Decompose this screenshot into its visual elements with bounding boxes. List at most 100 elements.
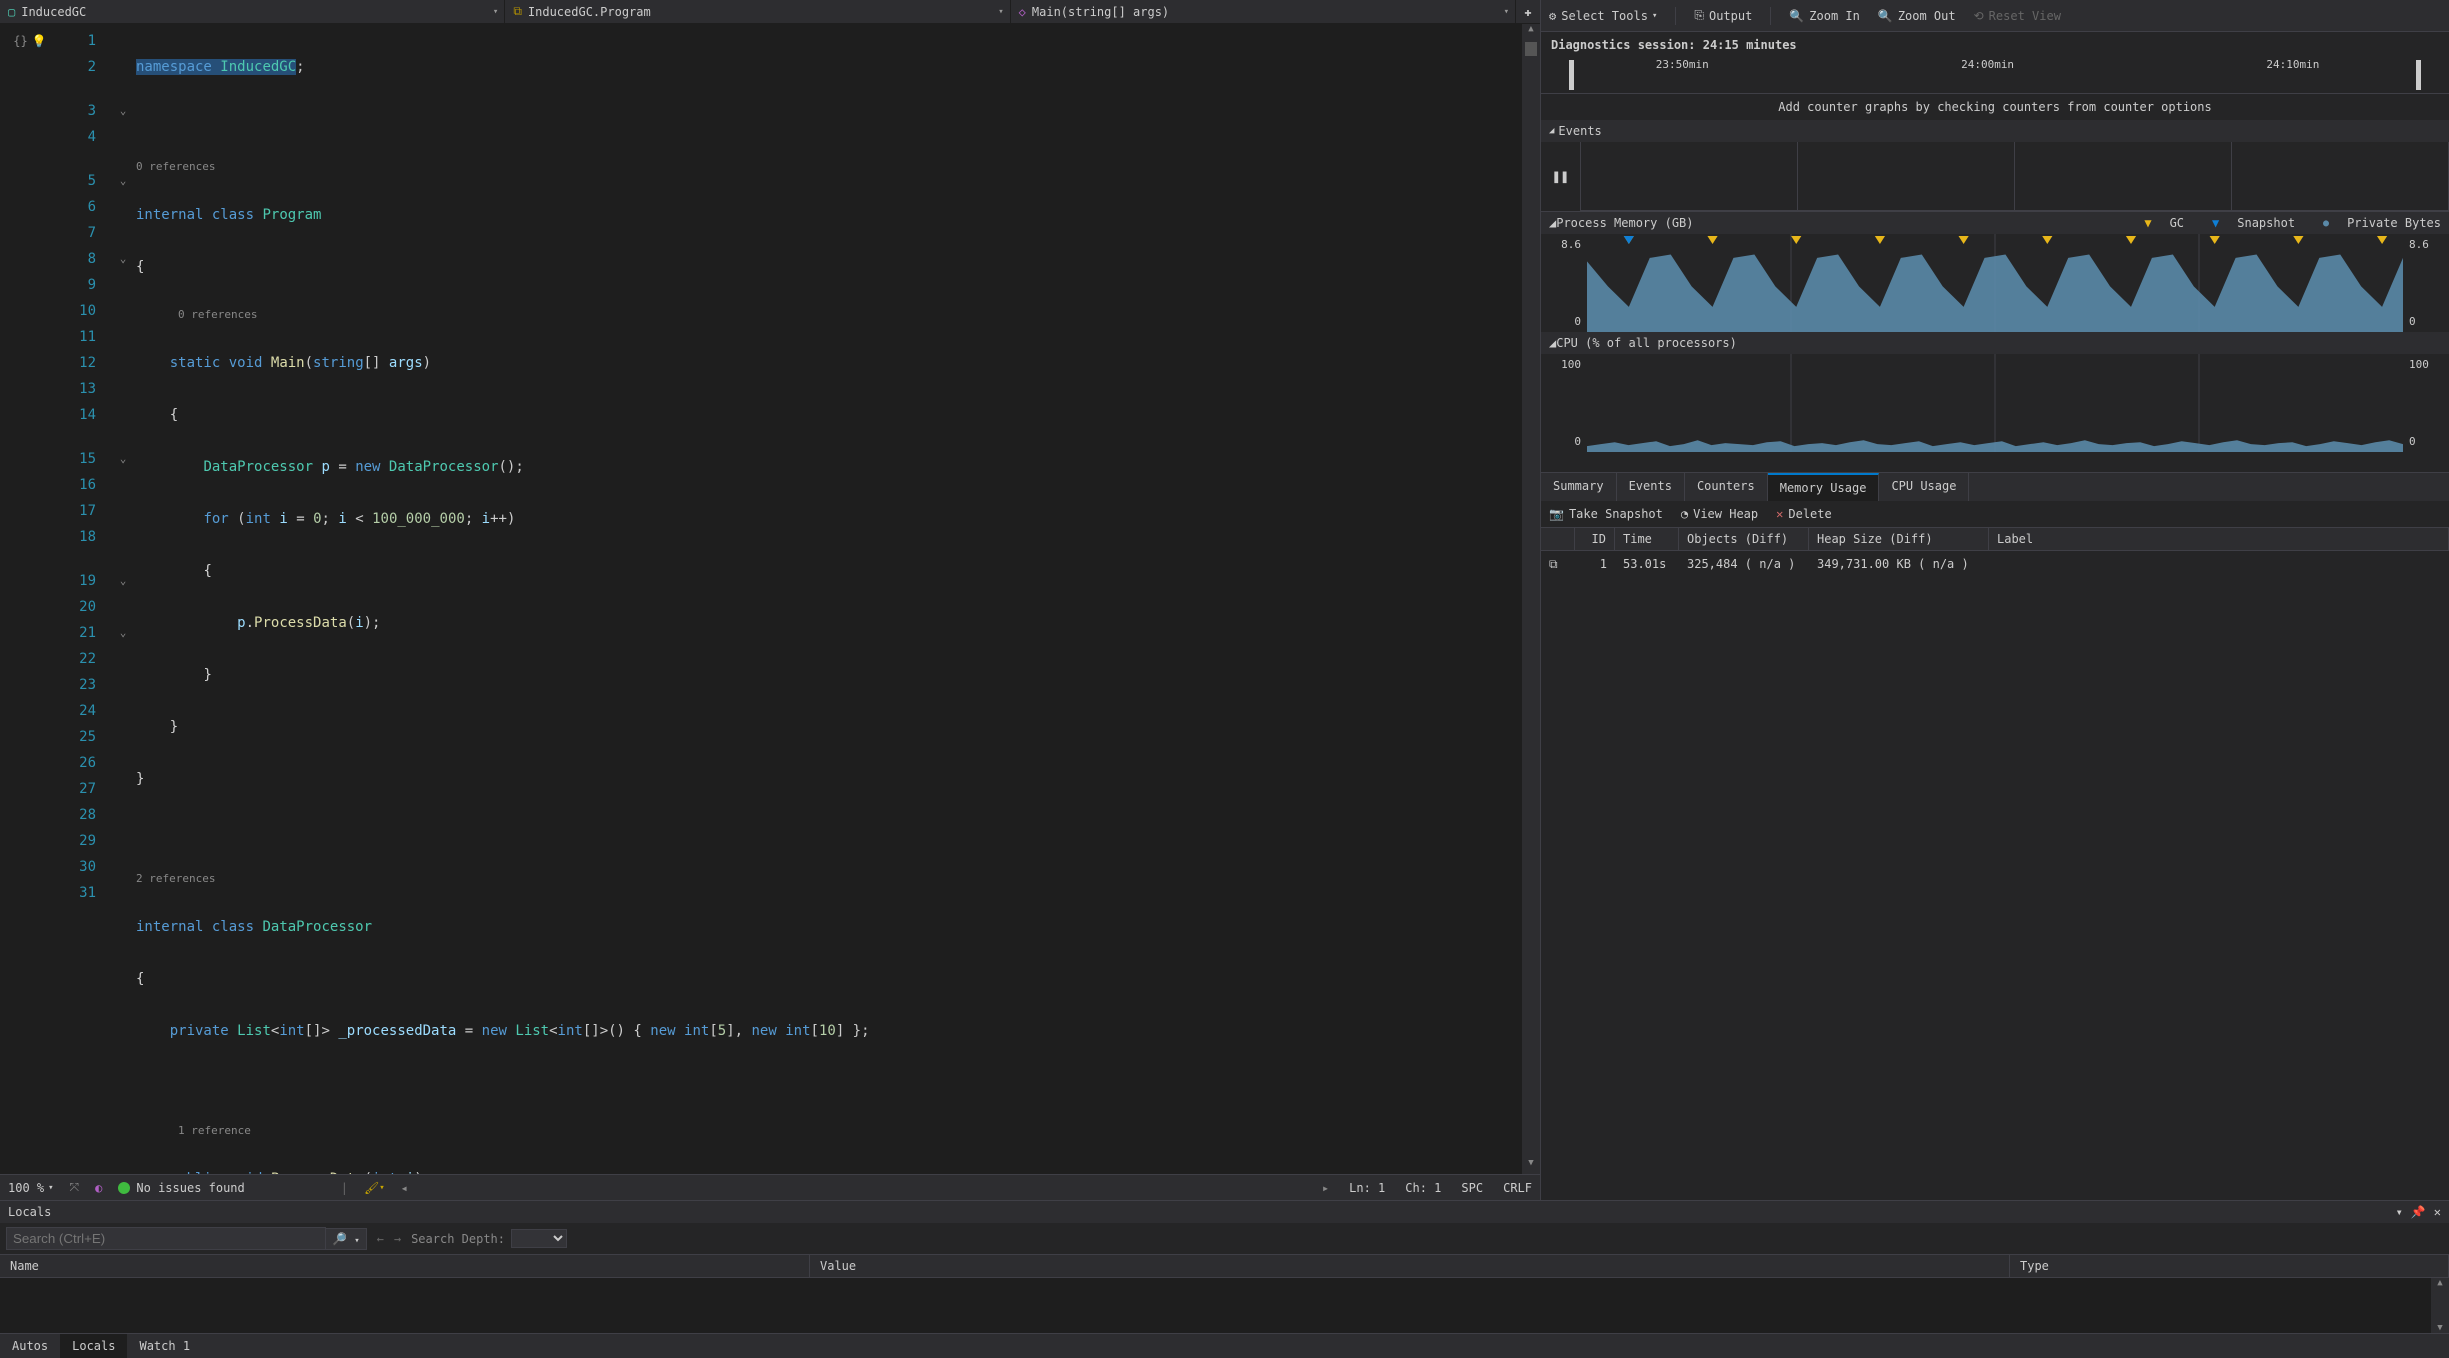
- tab-autos[interactable]: Autos: [0, 1334, 60, 1358]
- csharp-file-icon: ▢: [8, 5, 15, 19]
- expand-icon: ◢: [1549, 216, 1556, 230]
- search-next-button[interactable]: →: [394, 1232, 401, 1246]
- codelens-references[interactable]: 0 references: [136, 306, 1540, 324]
- events-panel-header[interactable]: ◢Events: [1541, 120, 2449, 142]
- editor-scrollbar[interactable]: ▲ ▼: [1522, 24, 1540, 1174]
- y-axis-min: 0: [1574, 435, 1581, 448]
- timeline-tick-label: 24:10min: [2266, 58, 2319, 71]
- zoom-in-icon: 🔍: [1789, 9, 1804, 23]
- col-id[interactable]: ID: [1575, 528, 1615, 550]
- select-tools-button[interactable]: ⚙Select Tools ▾: [1549, 9, 1657, 23]
- delete-button[interactable]: ✕Delete: [1776, 507, 1832, 521]
- search-button[interactable]: 🔎 ▾: [325, 1228, 367, 1250]
- scroll-thumb[interactable]: [1525, 42, 1537, 56]
- reset-view-button[interactable]: ⟲Reset View: [1974, 9, 2061, 23]
- line-position[interactable]: Ln: 1: [1349, 1181, 1385, 1195]
- scroll-down-icon[interactable]: ▼: [1522, 1158, 1540, 1174]
- locals-search-input[interactable]: [6, 1227, 326, 1250]
- cpu-chart-header[interactable]: ◢ CPU (% of all processors): [1541, 332, 2449, 354]
- breadcrumb-method-label: Main(string[] args): [1032, 5, 1169, 19]
- tab-locals[interactable]: Locals: [60, 1334, 127, 1358]
- code-content[interactable]: namespace InducedGC; 0 references intern…: [136, 24, 1540, 1174]
- col-label[interactable]: Label: [1989, 528, 2449, 550]
- tab-events[interactable]: Events: [1617, 473, 1685, 501]
- timeline-ruler[interactable]: 23:50min 24:00min 24:10min: [1541, 58, 2449, 94]
- line-ending[interactable]: CRLF: [1503, 1181, 1532, 1195]
- zoom-in-button[interactable]: 🔍Zoom In: [1789, 9, 1860, 23]
- window-position-icon[interactable]: ▾: [2396, 1205, 2403, 1219]
- col-heap[interactable]: Heap Size (Diff): [1809, 528, 1989, 550]
- check-icon: [118, 1182, 130, 1194]
- class-icon: ⧉: [513, 4, 522, 19]
- codelens-references[interactable]: 1 reference: [136, 1122, 1540, 1140]
- camera-icon: 📷: [1549, 507, 1564, 521]
- breadcrumb-method[interactable]: ◇ Main(string[] args) ▾: [1011, 0, 1516, 23]
- search-prev-button[interactable]: ←: [377, 1232, 384, 1246]
- tab-memory-usage[interactable]: Memory Usage: [1768, 473, 1880, 501]
- method-icon: ◇: [1019, 5, 1026, 19]
- timeline-tick-label: 23:50min: [1656, 58, 1709, 71]
- tab-cpu-usage[interactable]: CPU Usage: [1879, 473, 1969, 501]
- fold-column[interactable]: ⌄ ⌄⌄ ⌄ ⌄⌄: [110, 24, 136, 1174]
- cell-id: 1: [1575, 555, 1615, 574]
- locals-panel: Locals ▾ 📌 ✕ 🔎 ▾ ← → Search Depth: Name …: [0, 1200, 2449, 1358]
- toggle-button[interactable]: ⤧: [70, 1180, 80, 1195]
- memory-chart[interactable]: 8.60 8.60: [1541, 234, 2449, 332]
- memory-chart-header[interactable]: ◢ Process Memory (GB) ▼GC ▼Snapshot ●Pri…: [1541, 212, 2449, 234]
- col-icon[interactable]: [1541, 528, 1575, 550]
- zoom-level[interactable]: 100 % ▾: [8, 1181, 54, 1195]
- view-heap-button[interactable]: ◔View Heap: [1681, 507, 1758, 521]
- glyph-margin[interactable]: {} 💡: [0, 24, 60, 1174]
- indent-mode[interactable]: SPC: [1461, 1181, 1483, 1195]
- events-lane[interactable]: ❚❚: [1541, 142, 2449, 212]
- zoom-out-button[interactable]: 🔍Zoom Out: [1878, 9, 1956, 23]
- line-numbers: 12 34 567891011121314 15161718 192021222…: [60, 24, 110, 1174]
- close-icon[interactable]: ✕: [2434, 1205, 2441, 1219]
- y-axis-max: 8.6: [1561, 238, 1581, 251]
- cell-objects: 325,484 ( n/a ): [1679, 555, 1809, 574]
- col-value[interactable]: Value: [810, 1255, 2010, 1277]
- counter-hint: Add counter graphs by checking counters …: [1541, 94, 2449, 120]
- snapshot-row[interactable]: ⧉ 1 53.01s 325,484 ( n/a ) 349,731.00 KB…: [1541, 551, 2449, 578]
- output-button[interactable]: ⎘Output: [1694, 8, 1752, 23]
- locals-panel-title-bar[interactable]: Locals ▾ 📌 ✕: [0, 1201, 2449, 1223]
- split-window-button[interactable]: ✚: [1516, 5, 1540, 19]
- breadcrumb: ▢ InducedGC ▾ ⧉ InducedGC.Program ▾ ◇ Ma…: [0, 0, 1540, 24]
- col-name[interactable]: Name: [0, 1255, 810, 1277]
- snapshot-row-icon: ⧉: [1541, 555, 1575, 574]
- health-indicator[interactable]: ◐: [95, 1181, 102, 1195]
- tab-watch-1[interactable]: Watch 1: [127, 1334, 202, 1358]
- breadcrumb-class[interactable]: ⧉ InducedGC.Program ▾: [505, 0, 1010, 23]
- char-position[interactable]: Ch: 1: [1405, 1181, 1441, 1195]
- scroll-up-icon[interactable]: ▲: [1522, 24, 1540, 40]
- pin-icon[interactable]: 📌: [2411, 1205, 2426, 1219]
- breadcrumb-file[interactable]: ▢ InducedGC ▾: [0, 0, 505, 23]
- search-icon: 🔎: [332, 1232, 347, 1246]
- locals-scrollbar[interactable]: ▲▼: [2431, 1278, 2449, 1333]
- col-type[interactable]: Type: [2010, 1255, 2449, 1277]
- cell-time: 53.01s: [1615, 555, 1679, 574]
- y-axis-min: 0: [1574, 315, 1581, 328]
- search-depth-select[interactable]: [511, 1229, 567, 1248]
- cpu-chart[interactable]: 1000 1000: [1541, 354, 2449, 452]
- pause-button[interactable]: ❚❚: [1541, 142, 1581, 211]
- tab-counters[interactable]: Counters: [1685, 473, 1768, 501]
- issues-status[interactable]: No issues found: [118, 1181, 244, 1195]
- diagnostics-toolbar: ⚙Select Tools ▾ ⎘Output 🔍Zoom In 🔍Zoom O…: [1541, 0, 2449, 32]
- col-objects[interactable]: Objects (Diff): [1679, 528, 1809, 550]
- codelens-references[interactable]: 2 references: [136, 870, 1540, 888]
- cell-heap: 349,731.00 KB ( n/a ): [1809, 555, 1989, 574]
- zoom-out-icon: 🔍: [1878, 9, 1893, 23]
- gear-icon: ⚙: [1549, 9, 1556, 23]
- expand-icon: ◢: [1549, 126, 1554, 136]
- bottom-tabs: Autos Locals Watch 1: [0, 1333, 2449, 1358]
- take-snapshot-button[interactable]: 📷Take Snapshot: [1549, 507, 1663, 521]
- memory-chart-svg: [1587, 234, 2403, 332]
- tab-summary[interactable]: Summary: [1541, 473, 1617, 501]
- codelens-references[interactable]: 0 references: [136, 158, 1540, 176]
- col-time[interactable]: Time: [1615, 528, 1679, 550]
- code-editor[interactable]: {} 💡 12 34 567891011121314 15161718 1920…: [0, 24, 1540, 1174]
- locals-body[interactable]: ▲▼: [0, 1278, 2449, 1333]
- lightbulb-icon[interactable]: 💡: [32, 34, 47, 48]
- cleanup-button[interactable]: 🖌 ▾: [364, 1181, 385, 1195]
